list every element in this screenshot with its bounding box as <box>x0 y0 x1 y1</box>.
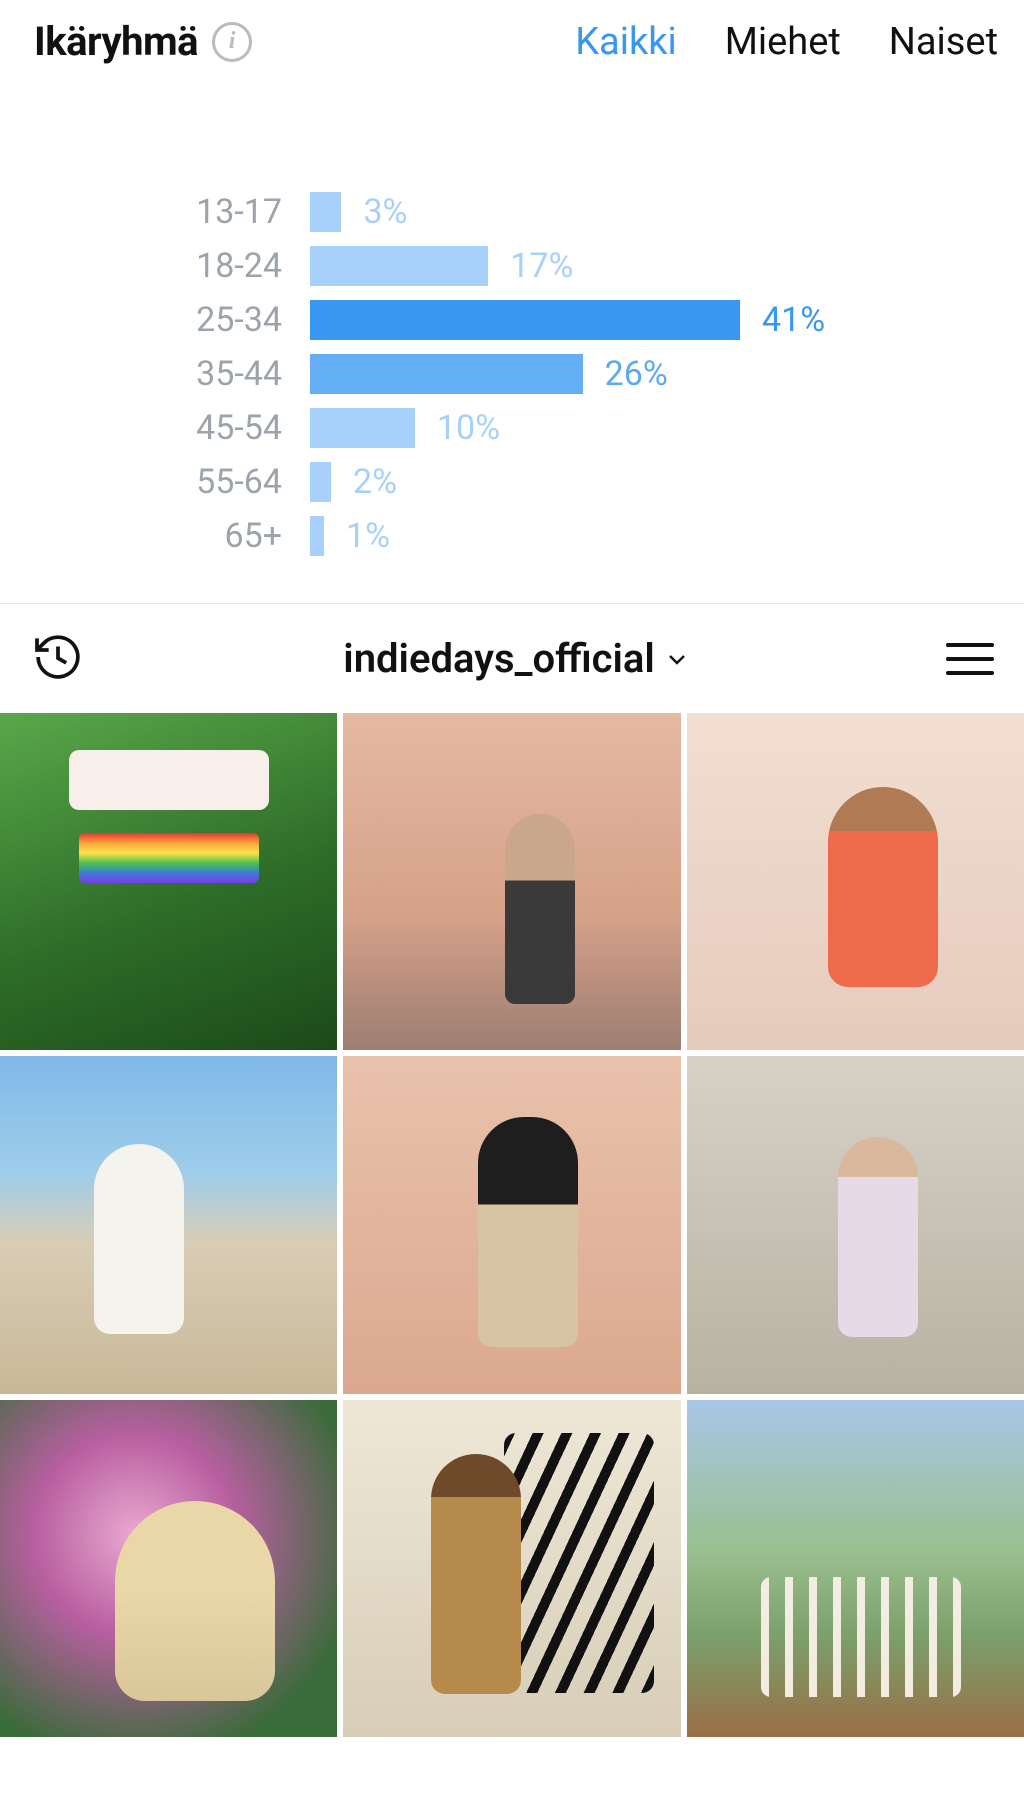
menu-icon[interactable] <box>946 643 994 675</box>
post-thumbnail[interactable] <box>0 1400 337 1737</box>
chart-value-label: 3% <box>363 192 407 232</box>
chart-category-label: 55-64 <box>40 462 310 502</box>
chart-category-label: 18-24 <box>40 246 310 286</box>
chart-bar-cell: 26% <box>310 354 984 394</box>
profile-bar: indiedays_official <box>0 603 1024 713</box>
chart-category-label: 13-17 <box>40 192 310 232</box>
post-thumbnail[interactable] <box>343 1056 680 1393</box>
chart-bar-cell: 1% <box>310 516 984 556</box>
chart-category-label: 25-34 <box>40 300 310 340</box>
chevron-down-icon <box>665 647 689 671</box>
info-icon[interactable]: i <box>212 22 252 62</box>
chart-bar <box>310 516 324 556</box>
profile-username: indiedays_official <box>343 635 654 682</box>
chart-category-label: 45-54 <box>40 408 310 448</box>
chart-bar <box>310 462 331 502</box>
post-thumbnail[interactable] <box>343 1400 680 1737</box>
chart-row: 35-44 26% <box>40 347 984 401</box>
chart-row: 25-34 41% <box>40 293 984 347</box>
chart-value-label: 17% <box>510 246 573 286</box>
chart-bar <box>310 300 740 340</box>
archive-icon[interactable] <box>30 629 86 689</box>
chart-value-label: 2% <box>353 462 397 502</box>
chart-bar-cell: 17% <box>310 246 984 286</box>
post-thumbnail[interactable] <box>343 713 680 1050</box>
analytics-header: Ikäryhmä i Kaikki Miehet Naiset <box>0 0 1024 75</box>
analytics-tabs: Kaikki Miehet Naiset <box>575 20 998 64</box>
tab-all[interactable]: Kaikki <box>575 20 677 64</box>
post-thumbnail[interactable] <box>0 1056 337 1393</box>
analytics-section-title: Ikäryhmä <box>34 18 198 65</box>
age-distribution-chart: 13-17 3% 18-24 17% 25-34 41% 35-44 26% 45-54 10% 5… <box>0 75 1024 603</box>
tab-men[interactable]: Miehet <box>725 20 841 64</box>
chart-value-label: 41% <box>762 300 825 340</box>
profile-switcher[interactable]: indiedays_official <box>343 635 688 682</box>
chart-bar-cell: 2% <box>310 462 984 502</box>
chart-value-label: 1% <box>346 516 390 556</box>
chart-row: 45-54 10% <box>40 401 984 455</box>
chart-bar-cell: 41% <box>310 300 984 340</box>
post-thumbnail[interactable] <box>687 1400 1024 1737</box>
chart-row: 65+ 1% <box>40 509 984 563</box>
chart-bar <box>310 192 341 232</box>
tab-women[interactable]: Naiset <box>889 20 998 64</box>
chart-row: 13-17 3% <box>40 185 984 239</box>
post-grid <box>0 713 1024 1737</box>
chart-value-label: 10% <box>437 408 500 448</box>
chart-bar-cell: 3% <box>310 192 984 232</box>
chart-bar <box>310 354 583 394</box>
chart-category-label: 35-44 <box>40 354 310 394</box>
chart-value-label: 26% <box>605 354 668 394</box>
post-thumbnail[interactable] <box>0 713 337 1050</box>
chart-row: 55-64 2% <box>40 455 984 509</box>
post-thumbnail[interactable] <box>687 713 1024 1050</box>
chart-bar-cell: 10% <box>310 408 984 448</box>
chart-category-label: 65+ <box>40 516 310 556</box>
chart-bar <box>310 246 488 286</box>
analytics-title-wrap: Ikäryhmä i <box>34 18 252 65</box>
chart-row: 18-24 17% <box>40 239 984 293</box>
chart-bar <box>310 408 415 448</box>
post-thumbnail[interactable] <box>687 1056 1024 1393</box>
